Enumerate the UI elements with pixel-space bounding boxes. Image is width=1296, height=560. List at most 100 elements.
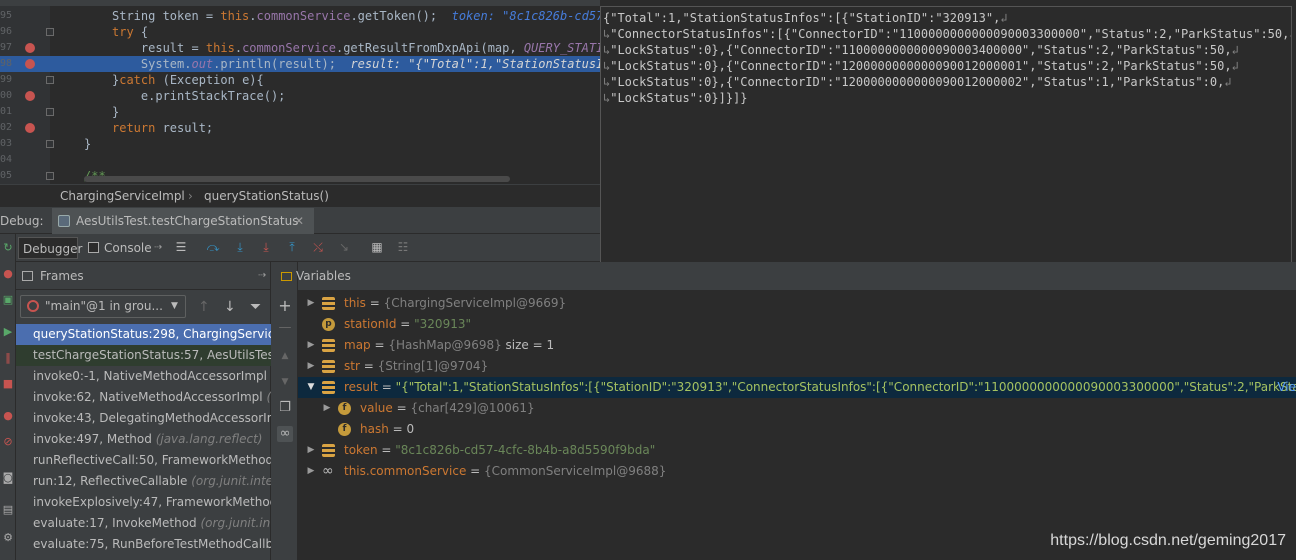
collapsed-arrow-icon[interactable]: ▶ <box>306 461 316 482</box>
parameter-icon: p <box>322 318 335 331</box>
debug-session-tab[interactable]: AesUtilsTest.testChargeStationStatus ✕ <box>52 208 314 234</box>
close-icon[interactable]: ✕ <box>294 208 304 234</box>
settings-icon[interactable]: ⚙ <box>2 532 14 544</box>
restore-layout-icon[interactable]: ▣ <box>2 294 14 306</box>
frame-row[interactable]: invoke:497, Method (java.lang.reflect) <box>16 429 271 450</box>
remove-watch-icon[interactable]: — <box>277 320 293 336</box>
variable-row[interactable]: ▶ str = {String[1]@9704} <box>298 356 1296 377</box>
layout-icon[interactable]: ▤ <box>2 504 14 516</box>
breakpoint-icon[interactable] <box>25 123 35 133</box>
pause-icon[interactable]: ‖ <box>2 352 14 364</box>
frame-row[interactable]: invoke0:-1, NativeMethodAccessorImpl (s <box>16 366 271 387</box>
move-up-icon[interactable]: ▲ <box>277 348 293 364</box>
filter-icon[interactable]: ⏷ <box>250 299 261 315</box>
collapsed-arrow-icon[interactable]: ▶ <box>306 293 316 314</box>
thread-selector[interactable]: "main"@1 in grou... ▼ <box>20 295 186 318</box>
watermark: https://blog.csdn.net/geming2017 <box>1050 532 1286 549</box>
code-line[interactable]: 98 System.out.println(result); result: "… <box>0 56 600 72</box>
frame-row[interactable]: invoke:43, DelegatingMethodAccessorIm <box>16 408 271 429</box>
line-number: 00 <box>0 90 13 101</box>
frame-row[interactable]: invokeExplosively:47, FrameworkMethod ( <box>16 492 271 513</box>
code-line[interactable]: 97 result = this.commonService.getResult… <box>0 40 600 56</box>
code-line[interactable]: 95 String token = this.commonService.getT… <box>0 8 600 24</box>
resume-icon[interactable]: ▶ <box>2 326 14 338</box>
breakpoint-icon[interactable] <box>25 43 35 53</box>
collapsed-arrow-icon[interactable]: ▶ <box>306 440 316 461</box>
run-to-cursor-icon[interactable]: ↘ <box>337 240 351 254</box>
step-over-icon[interactable]: ⤼ <box>206 240 220 254</box>
show-watches-icon[interactable]: ∞ <box>277 426 293 442</box>
mute-breakpoints-icon[interactable]: ⊘ <box>2 436 14 448</box>
variable-row[interactable]: ▶ map = {HashMap@9698} size = 1 <box>298 335 1296 356</box>
frames-title: Frames <box>40 269 84 283</box>
field-icon <box>322 339 335 352</box>
copy-icon[interactable]: ❐ <box>277 400 293 416</box>
code-line[interactable]: 01} <box>0 104 600 120</box>
frame-row[interactable]: queryStationStatus:298, ChargingServiceI… <box>16 324 271 345</box>
add-watch-icon[interactable]: + <box>277 298 293 314</box>
field-f-icon: f <box>338 402 351 415</box>
collapsed-arrow-icon[interactable]: ▶ <box>306 356 316 377</box>
camera-icon[interactable]: ◙ <box>2 472 14 484</box>
frame-row[interactable]: evaluate:17, InvokeMethod (org.junit.int… <box>16 513 271 534</box>
code-line[interactable]: 96 try { <box>0 24 600 40</box>
frame-row[interactable]: evaluate:75, RunBeforeTestMethodCallba <box>16 534 271 555</box>
code-text: String token = this.commonService.getTok… <box>112 9 600 23</box>
field-icon <box>322 381 335 394</box>
code-text: }catch (Exception e){ <box>112 73 264 87</box>
breakpoint-icon[interactable] <box>25 59 35 69</box>
evaluate-expression-icon[interactable]: ▦ <box>370 240 384 254</box>
variable-row[interactable]: ▶ ∞ this.commonService = {CommonServiceImp… <box>298 461 1296 482</box>
breadcrumb-method[interactable]: queryStationStatus() <box>204 185 329 207</box>
rerun-icon[interactable]: ↻ <box>2 242 14 254</box>
fold-icon[interactable] <box>46 28 54 36</box>
force-step-into-icon[interactable]: ⤓ <box>259 240 273 254</box>
fold-icon[interactable] <box>46 140 54 148</box>
code-line[interactable]: 03} <box>0 136 600 152</box>
breakpoint-icon[interactable] <box>25 91 35 101</box>
thread-selector-label: "main"@1 in grou... <box>45 299 163 313</box>
tab-console[interactable]: Console ⇢ <box>84 237 168 259</box>
fold-icon[interactable] <box>46 76 54 84</box>
variable-row[interactable]: ▼ result = "{"Total":1,"StationStatusInfo… <box>298 377 1296 398</box>
arrow-down-icon[interactable]: ↓ <box>224 299 236 315</box>
variable-row[interactable]: ▶ this = {ChargingServiceImpl@9669} <box>298 293 1296 314</box>
frame-row[interactable]: invoke:62, NativeMethodAccessorImpl (s <box>16 387 271 408</box>
frame-row[interactable]: run:12, ReflectiveCallable (org.junit.in… <box>16 471 271 492</box>
code-editor[interactable]: 95 String token = this.commonService.getT… <box>0 0 600 184</box>
variable-row[interactable]: ▶ token = "8c1c826b-cd57-4cfc-8b4b-a8d559… <box>298 440 1296 461</box>
step-out-icon[interactable]: ⤒ <box>285 240 299 254</box>
breadcrumb-class[interactable]: ChargingServiceImpl <box>60 185 185 207</box>
collapsed-arrow-icon[interactable]: ▶ <box>306 335 316 356</box>
code-line[interactable]: 02 return result; <box>0 120 600 136</box>
pin-icon[interactable]: ⇢ <box>154 237 162 259</box>
variable-row[interactable]: ▶ f value = {char[429]@10061} <box>298 398 1296 419</box>
code-line[interactable]: 00 e.printStackTrace(); <box>0 88 600 104</box>
editor-horizontal-scrollbar[interactable] <box>84 176 510 182</box>
frame-row[interactable]: testChargeStationStatus:57, AesUtilsTest <box>16 345 271 366</box>
pin-icon[interactable]: ⇢ <box>258 262 266 290</box>
fold-icon[interactable] <box>46 108 54 116</box>
tab-debugger[interactable]: Debugger <box>18 237 82 259</box>
move-down-icon[interactable]: ▼ <box>277 374 293 390</box>
stop-icon[interactable]: ■ <box>2 378 14 390</box>
step-into-icon[interactable]: ⤓ <box>233 240 247 254</box>
fold-icon[interactable] <box>46 172 54 180</box>
editor-tab-strip[interactable] <box>0 0 600 6</box>
menu-icon[interactable]: ☰ <box>174 240 188 254</box>
expanded-arrow-icon[interactable]: ▼ <box>306 377 316 398</box>
variable-row[interactable]: p stationId = "320913" <box>298 314 1296 335</box>
frame-row[interactable]: runReflectiveCall:50, FrameworkMethod$1 <box>16 450 271 471</box>
code-text: try { <box>112 25 149 39</box>
code-line[interactable]: 04 <box>0 152 600 168</box>
arrow-up-icon[interactable]: ↑ <box>198 299 210 315</box>
collapsed-arrow-icon[interactable]: ▶ <box>322 398 332 419</box>
drop-frame-icon[interactable]: ⤯ <box>311 240 325 254</box>
view-breakpoints-icon[interactable]: ● <box>2 410 14 422</box>
trace-icon[interactable]: ☷ <box>396 240 410 254</box>
breadcrumb: ChargingServiceImpl › queryStationStatus… <box>0 184 600 208</box>
view-link[interactable]: Vie <box>1277 377 1296 398</box>
code-line[interactable]: 99}catch (Exception e){ <box>0 72 600 88</box>
breakpoint-icon[interactable]: ● <box>2 268 14 280</box>
variable-row[interactable]: f hash = 0 <box>298 419 1296 440</box>
